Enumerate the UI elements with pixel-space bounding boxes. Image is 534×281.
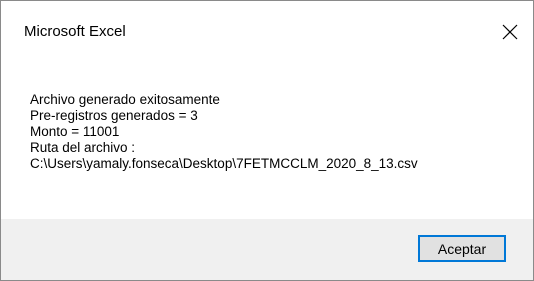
button-bar: Aceptar [1,219,533,280]
title-bar: Microsoft Excel [1,1,533,59]
message-line: Pre-registros generados = 3 [30,108,198,123]
ok-button[interactable]: Aceptar [418,235,506,262]
window-title: Microsoft Excel [24,23,126,40]
close-button[interactable] [487,9,533,55]
message-dialog: Microsoft Excel Archivo generado exitosa… [0,0,534,281]
message-line: Archivo generado exitosamente [30,92,220,107]
dialog-content: Archivo generado exitosamente Pre-regist… [1,59,533,219]
close-icon [502,24,518,40]
message-text: Archivo generado exitosamente Pre-regist… [30,92,418,172]
message-line: Monto = 11001 [30,124,120,139]
message-line: C:\Users\yamaly.fonseca\Desktop\7FETMCCL… [30,156,418,171]
message-line: Ruta del archivo : [30,140,136,155]
